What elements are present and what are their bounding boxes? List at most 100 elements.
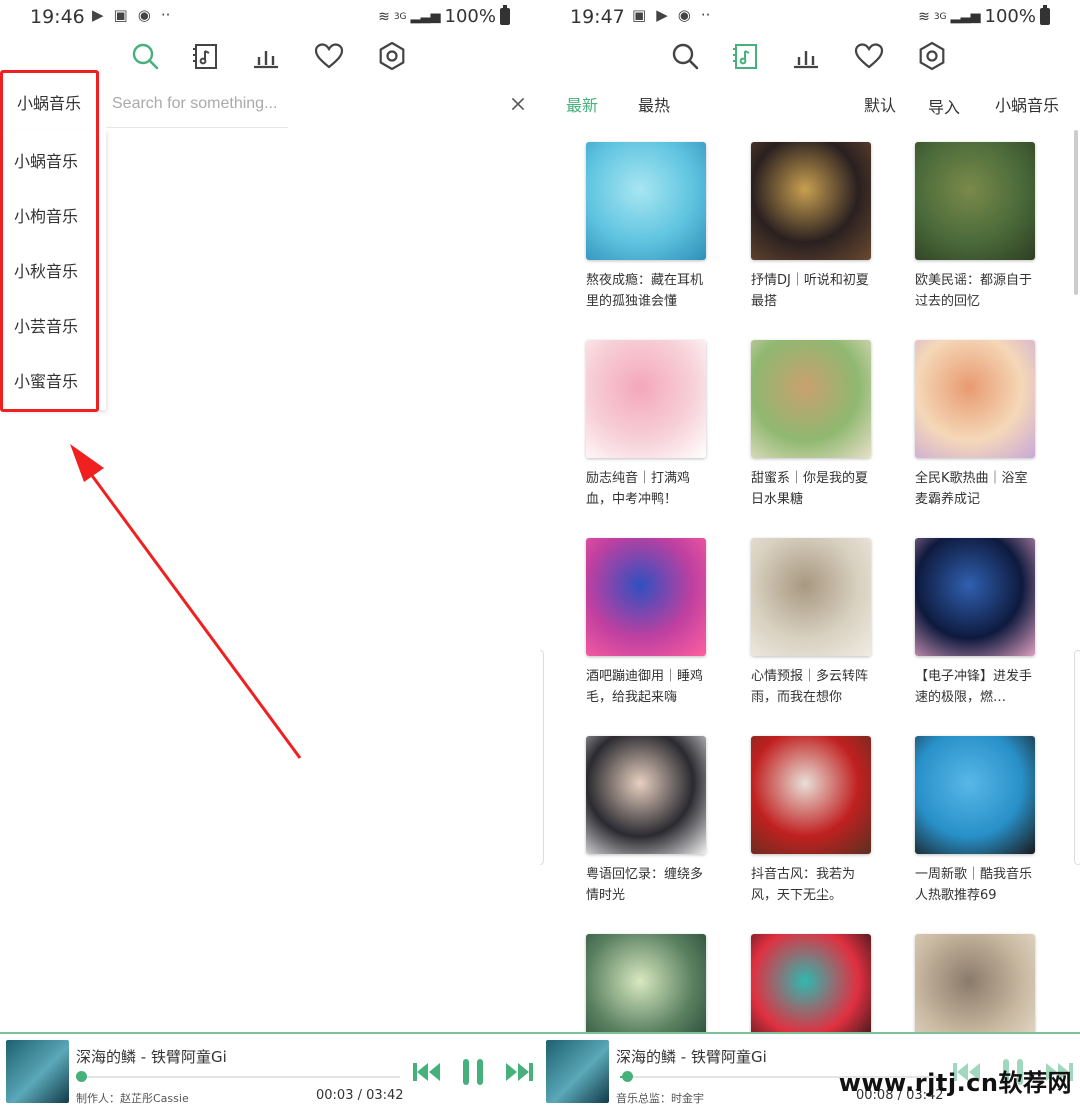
cell-signal-icon: ▂▃▅	[950, 9, 981, 24]
notification-icons: ▶ ▣ ◉ ··	[92, 6, 170, 24]
search-input[interactable]	[106, 80, 288, 128]
chart-bars-icon	[794, 51, 818, 69]
playback-controls	[412, 1058, 534, 1086]
playlist-card[interactable]: 欧美民谣：都源自于过去的回忆	[915, 142, 1035, 312]
scrollbar[interactable]	[1074, 130, 1078, 295]
playlist-filter-bar: 最新 最热 默认 导入 小蜗音乐	[540, 88, 1080, 118]
source-option-3[interactable]: 小秋音乐	[2, 242, 106, 297]
heart-icon	[854, 43, 884, 69]
more-notifications-icon: ··	[160, 6, 171, 24]
progress-knob[interactable]	[76, 1071, 87, 1082]
network-type: 3G	[393, 11, 407, 22]
album-art[interactable]	[546, 1040, 609, 1103]
playlist-title[interactable]: 欧美民谣：都源自于过去的回忆	[915, 270, 1035, 312]
tab-latest[interactable]: 最新	[566, 92, 598, 116]
hexagon-settings-icon	[919, 41, 945, 71]
side-panel-edge	[1074, 650, 1080, 865]
playlist-cover[interactable]	[751, 538, 871, 656]
playlist-card[interactable]: 抒情DJ｜听说和初夏最搭	[751, 142, 871, 312]
playlist-title[interactable]: 励志纯音｜打满鸡血，中考冲鸭！	[586, 468, 706, 510]
nav-local-music-button[interactable]	[186, 36, 226, 76]
playlist-cover[interactable]	[751, 340, 871, 458]
wechat-notification-icon: ◉	[677, 6, 691, 24]
playlist-title[interactable]: 心情预报｜多云转阵雨，而我在想你	[751, 666, 871, 708]
playlist-card[interactable]: 粤语回忆录：缠绕多情时光	[586, 736, 706, 906]
playback-time: 00:03 / 03:42	[316, 1088, 404, 1103]
import-button[interactable]: 导入	[928, 94, 960, 118]
play-notification-icon: ▶	[92, 6, 104, 24]
current-source-label[interactable]: 小蜗音乐	[0, 76, 98, 128]
battery-level: 100%	[984, 6, 1036, 27]
wechat-notification-icon: ◉	[137, 6, 151, 24]
progress-knob[interactable]	[622, 1071, 633, 1082]
playlist-title[interactable]: 粤语回忆录：缠绕多情时光	[586, 864, 706, 906]
playlist-cover[interactable]	[751, 142, 871, 260]
network-type: 3G	[933, 11, 947, 22]
wifi-signal-icon: ≋	[378, 8, 390, 25]
nav-charts-button[interactable]	[246, 36, 286, 76]
playlist-title[interactable]: 酒吧蹦迪御用｜睡鸡毛，给我起来嗨	[586, 666, 706, 708]
cell-signal-icon: ▂▃▅	[410, 9, 441, 24]
playlist-cover[interactable]	[586, 340, 706, 458]
playlist-cover[interactable]	[915, 736, 1035, 854]
playlist-title[interactable]: 抒情DJ｜听说和初夏最搭	[751, 270, 871, 312]
pause-icon[interactable]	[460, 1058, 486, 1086]
mini-player[interactable]: 深海的鳞 - 铁臂阿童Gi 制作人：赵芷彤Cassie 00:03 / 03:4…	[0, 1032, 540, 1110]
song-title: 深海的鳞 - 铁臂阿童Gi	[76, 1048, 227, 1066]
playlist-card[interactable]: 励志纯音｜打满鸡血，中考冲鸭！	[586, 340, 706, 510]
site-watermark: www.rjtj.cn软荐网	[838, 1069, 1072, 1097]
nav-favorites-button[interactable]	[849, 36, 889, 76]
nav-settings-button[interactable]	[912, 36, 952, 76]
source-option-4[interactable]: 小芸音乐	[2, 297, 106, 352]
playlist-title[interactable]: 熬夜成瘾：藏在耳机里的孤独谁会懂	[586, 270, 706, 312]
playlist-card[interactable]: 酒吧蹦迪御用｜睡鸡毛，给我起来嗨	[586, 538, 706, 708]
nav-search-button[interactable]	[665, 36, 705, 76]
playlist-cover[interactable]	[915, 340, 1035, 458]
wifi-signal-icon: ≋	[918, 8, 930, 25]
music-file-icon	[193, 44, 217, 69]
nav-settings-button[interactable]	[372, 36, 412, 76]
side-panel-edge	[540, 650, 544, 865]
source-selector[interactable]: 小蜗音乐	[995, 92, 1059, 116]
playlist-title[interactable]: 抖音古风：我若为风，天下无尘。	[751, 864, 871, 906]
next-icon[interactable]	[504, 1061, 534, 1083]
playlist-title[interactable]: 一周新歌｜酷我音乐人热歌推荐69	[915, 864, 1035, 906]
playlist-card[interactable]: 甜蜜系｜你是我的夏日水果糖	[751, 340, 871, 510]
playlist-card[interactable]: 心情预报｜多云转阵雨，而我在想你	[751, 538, 871, 708]
source-option-5[interactable]: 小蜜音乐	[2, 352, 106, 407]
nav-local-music-button[interactable]	[726, 36, 766, 76]
playlist-cover[interactable]	[586, 736, 706, 854]
image-notification-icon: ▣	[632, 6, 647, 24]
tab-hottest[interactable]: 最热	[638, 92, 670, 116]
status-time: 19:46	[30, 6, 85, 28]
previous-icon[interactable]	[412, 1061, 442, 1083]
playlist-cover[interactable]	[915, 142, 1035, 260]
playlist-cover[interactable]	[915, 538, 1035, 656]
playlist-card[interactable]: 全民K歌热曲｜浴室麦霸养成记	[915, 340, 1035, 510]
playlist-card[interactable]: 【电子冲锋】进发手速的极限，燃…	[915, 538, 1035, 708]
hexagon-settings-icon	[379, 41, 405, 71]
source-option-2[interactable]: 小枸音乐	[2, 187, 106, 242]
playlist-title[interactable]: 甜蜜系｜你是我的夏日水果糖	[751, 468, 871, 510]
progress-track[interactable]	[80, 1076, 400, 1078]
source-dropdown: 小蜗音乐 小枸音乐 小秋音乐 小芸音乐 小蜜音乐	[2, 130, 106, 410]
playlist-card[interactable]: 熬夜成瘾：藏在耳机里的孤独谁会懂	[586, 142, 706, 312]
more-notifications-icon: ··	[700, 6, 711, 24]
playlist-cover[interactable]	[586, 538, 706, 656]
mini-player[interactable]: 深海的鳞 - 铁臂阿童Gi 音乐总监：时金宇 00:08 / 03:42 www…	[540, 1032, 1080, 1110]
playlist-card[interactable]: 抖音古风：我若为风，天下无尘。	[751, 736, 871, 906]
playlist-cover[interactable]	[751, 736, 871, 854]
playlist-title[interactable]: 全民K歌热曲｜浴室麦霸养成记	[915, 468, 1035, 510]
playlist-cover[interactable]	[586, 142, 706, 260]
album-art[interactable]	[6, 1040, 69, 1103]
source-option-1[interactable]: 小蜗音乐	[2, 132, 106, 187]
nav-favorites-button[interactable]	[309, 36, 349, 76]
playlist-card[interactable]: 一周新歌｜酷我音乐人热歌推荐69	[915, 736, 1035, 906]
nav-charts-button[interactable]	[786, 36, 826, 76]
playlist-title[interactable]: 【电子冲锋】进发手速的极限，燃…	[915, 666, 1035, 708]
nav-search-button[interactable]	[125, 36, 165, 76]
song-title: 深海的鳞 - 铁臂阿童Gi	[616, 1048, 767, 1066]
close-icon	[511, 97, 525, 111]
clear-search-button[interactable]	[506, 92, 530, 116]
sort-default-button[interactable]: 默认	[864, 92, 896, 116]
